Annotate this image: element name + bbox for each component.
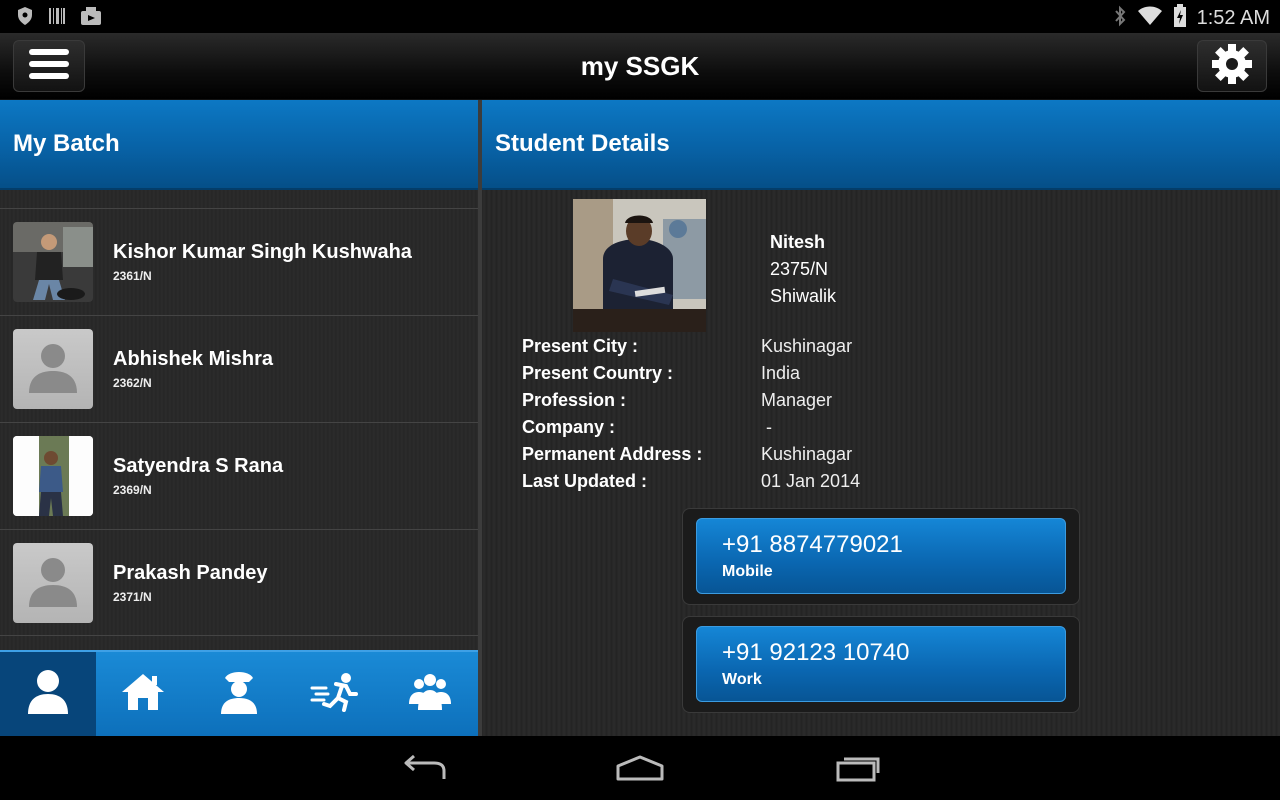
student-detail-name: Nitesh: [770, 232, 826, 252]
detail-value: Kushinagar: [761, 444, 853, 464]
recent-apps-icon: [834, 753, 882, 788]
person-silhouette-icon: [29, 557, 77, 607]
avatar: [13, 436, 93, 516]
recent-apps-button[interactable]: [828, 750, 888, 790]
detail-row: Last Updated : 01 Jan 2014: [522, 468, 860, 495]
list-item[interactable]: Abhishek Mishra 2362/N: [0, 315, 478, 422]
status-time: 1:52 AM: [1196, 7, 1270, 29]
home-nav-icon: [614, 754, 666, 787]
gear-icon: [1211, 43, 1253, 90]
tab-activities[interactable]: [287, 652, 383, 736]
avatar-placeholder: [13, 542, 93, 623]
home-nav-button[interactable]: [610, 750, 670, 790]
status-bar: 1:52 AM: [0, 0, 1280, 33]
avatar: [13, 222, 93, 302]
call-mobile-button[interactable]: +91 8874779021 Mobile: [696, 518, 1066, 594]
student-detail-id: 2375/N: [770, 259, 829, 279]
action-bar: my SSGK: [0, 33, 1280, 100]
detail-label: Company :: [522, 417, 616, 437]
avatar-placeholder: [13, 329, 93, 409]
student-name: Prakash Pandey: [113, 561, 268, 584]
student-name: Kishor Kumar Singh Kushwaha: [113, 241, 412, 263]
phone-card: +91 8874779021 Mobile: [682, 508, 1080, 605]
my-batch-header: My Batch: [0, 100, 478, 190]
person-icon: [26, 668, 70, 721]
detail-label: Last Updated :: [522, 471, 648, 491]
phone-card: +91 92123 10740 Work: [682, 616, 1080, 713]
phone-number: +91 92123 10740: [722, 639, 910, 666]
detail-label: Profession :: [522, 390, 627, 410]
student-name: Abhishek Mishra: [113, 348, 274, 370]
list-item[interactable]: Prakash Pandey 2371/N: [0, 529, 478, 636]
tab-home[interactable]: [96, 652, 192, 736]
phone-type: Mobile: [722, 563, 773, 580]
officer-icon: [219, 668, 259, 721]
phone-number: +91 8874779021: [722, 531, 903, 558]
home-icon: [120, 672, 166, 717]
back-icon: [400, 753, 448, 788]
detail-row: Present City : Kushinagar: [522, 333, 860, 360]
detail-value: India: [761, 363, 801, 383]
back-button[interactable]: [394, 750, 454, 790]
phone-type: Work: [722, 671, 762, 688]
detail-row: Profession : Manager: [522, 387, 860, 414]
detail-value: Manager: [761, 390, 833, 410]
student-id: 2362/N: [113, 376, 152, 390]
gallery-icon: [80, 6, 102, 31]
tab-profile[interactable]: [0, 652, 96, 736]
person-silhouette-icon: [29, 344, 77, 393]
details-table: Present City : Kushinagar Present Countr…: [522, 333, 860, 495]
student-name: Satyendra S Rana: [113, 455, 284, 477]
tab-groups[interactable]: [382, 652, 478, 736]
detail-label: Present Country :: [522, 363, 674, 383]
wifi-icon: [1137, 5, 1163, 32]
batch-list: Kishor Kumar Singh Kushwaha 2361/N Abhis…: [0, 208, 478, 636]
battery-charging-icon: [1173, 4, 1187, 33]
list-item[interactable]: Kishor Kumar Singh Kushwaha 2361/N: [0, 208, 478, 315]
student-photo: [573, 199, 706, 332]
shield-icon: [16, 6, 34, 31]
student-summary: Nitesh 2375/N Shiwalik: [770, 229, 836, 310]
student-id: 2369/N: [113, 483, 152, 497]
bluetooth-icon: [1113, 5, 1127, 32]
settings-button[interactable]: [1197, 40, 1267, 92]
detail-value: -: [761, 417, 772, 437]
student-details-header: Student Details: [482, 100, 1280, 190]
student-id: 2371/N: [113, 589, 152, 604]
detail-row: Company : -: [522, 414, 860, 441]
student-details-pane: Student Details Nitesh 2375/N Shiwalik P…: [482, 100, 1280, 736]
detail-label: Permanent Address :: [522, 444, 703, 464]
list-item[interactable]: Satyendra S Rana 2369/N: [0, 422, 478, 529]
my-batch-pane: My Batch Kishor Kumar Singh Kushwaha 236…: [0, 100, 478, 736]
system-nav-bar: [0, 736, 1280, 800]
bottom-tab-bar: [0, 650, 478, 736]
detail-label: Present City :: [522, 336, 639, 356]
detail-value: 01 Jan 2014: [761, 471, 861, 491]
student-detail-house: Shiwalik: [770, 286, 837, 306]
detail-row: Present Country : India: [522, 360, 860, 387]
runner-icon: [310, 672, 360, 717]
barcode-icon: [48, 6, 66, 31]
student-id: 2361/N: [113, 269, 152, 283]
group-icon: [407, 672, 453, 717]
detail-value: Kushinagar: [761, 336, 853, 356]
detail-row: Permanent Address : Kushinagar: [522, 441, 860, 468]
call-work-button[interactable]: +91 92123 10740 Work: [696, 626, 1066, 702]
tab-officer[interactable]: [191, 652, 287, 736]
app-title: my SSGK: [580, 51, 700, 81]
